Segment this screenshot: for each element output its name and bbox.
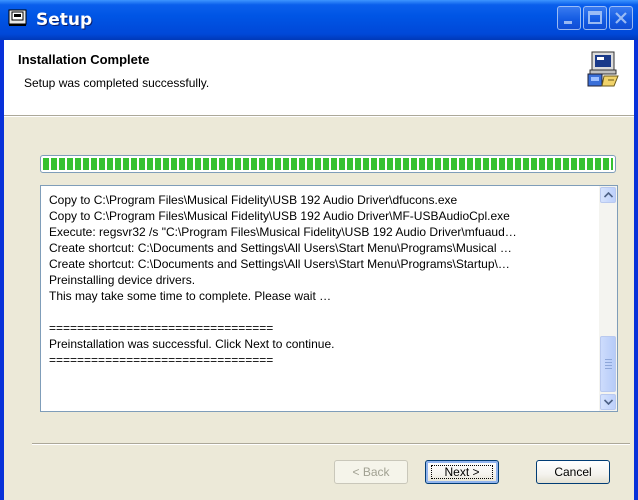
log-line: Copy to C:\Program Files\Musical Fidelit…: [49, 209, 510, 223]
log-line: This may take some time to complete. Ple…: [49, 289, 332, 303]
header-title: Installation Complete: [18, 52, 150, 67]
log-line: Preinstallation was successful. Click Ne…: [49, 337, 335, 351]
minimize-icon: [564, 21, 572, 24]
setup-window: Setup Installation Complete Setup was co…: [0, 0, 638, 500]
wizard-header: Installation Complete Setup was complete…: [4, 40, 634, 116]
log-line: Copy to C:\Program Files\Musical Fidelit…: [49, 193, 458, 207]
maximize-icon: [588, 11, 602, 24]
window-title: Setup: [36, 10, 93, 30]
log-line: ================================: [49, 321, 274, 335]
arrow-up-icon: [604, 192, 613, 198]
setup-app-icon: [8, 8, 28, 28]
log-line: ================================: [49, 353, 274, 367]
thumb-grip-line: [605, 365, 612, 366]
vertical-scrollbar[interactable]: [599, 186, 617, 411]
scroll-down-button[interactable]: [600, 394, 616, 410]
thumb-grip-line: [605, 368, 612, 369]
minimize-button[interactable]: [557, 6, 581, 30]
close-button[interactable]: [609, 6, 633, 30]
progress-fill: [43, 158, 613, 170]
scroll-thumb[interactable]: [600, 336, 616, 392]
log-line: Preinstalling device drivers.: [49, 273, 196, 287]
button-separator: [32, 443, 630, 445]
close-icon: [615, 12, 627, 24]
thumb-grip-line: [605, 362, 612, 363]
progress-bar: [40, 155, 616, 173]
installer-computer-icon: [584, 50, 624, 90]
header-divider: [4, 116, 634, 117]
install-log-listbox[interactable]: Copy to C:\Program Files\Musical Fidelit…: [40, 185, 618, 412]
next-button[interactable]: Next >: [425, 460, 499, 484]
log-line: Execute: regsvr32 /s "C:\Program Files\M…: [49, 225, 517, 239]
log-line: Create shortcut: C:\Documents and Settin…: [49, 257, 510, 271]
scroll-up-button[interactable]: [600, 187, 616, 203]
back-button[interactable]: < Back: [334, 460, 408, 484]
log-lines: Copy to C:\Program Files\Musical Fidelit…: [49, 192, 597, 368]
focus-ring: [431, 465, 493, 479]
title-bar[interactable]: Setup: [0, 0, 638, 40]
log-line: Create shortcut: C:\Documents and Settin…: [49, 241, 512, 255]
dialog-client-area: Installation Complete Setup was complete…: [4, 40, 634, 500]
thumb-grip-line: [605, 359, 612, 360]
header-subtitle: Setup was completed successfully.: [24, 76, 210, 90]
cancel-button[interactable]: Cancel: [536, 460, 610, 484]
arrow-down-icon: [604, 399, 613, 405]
maximize-button[interactable]: [583, 6, 607, 30]
